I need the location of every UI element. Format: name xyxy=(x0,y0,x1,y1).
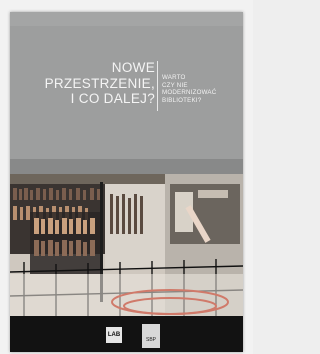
cover-footer: LAB SBP xyxy=(10,316,243,352)
library-photo-illustration xyxy=(10,174,243,316)
subtitle-line-3: MODERNIZOWAĆ xyxy=(162,89,217,97)
title-line-3: I CO DALEJ? xyxy=(70,91,155,106)
title-block: NOWE PRZESTRZENIE, I CO DALEJ? WARTO CZY… xyxy=(10,52,243,132)
subtitle-line-1: WARTO xyxy=(162,74,186,81)
book-cover[interactable]: NOWE PRZESTRZENIE, I CO DALEJ? WARTO CZY… xyxy=(10,12,243,352)
cover-main-title: NOWE PRZESTRZENIE, I CO DALEJ? xyxy=(10,60,155,107)
subtitle-line-4: BIBLIOTEKI? xyxy=(162,96,202,104)
library-photo xyxy=(10,174,243,316)
publisher-logo-left: LAB xyxy=(106,327,122,343)
cover-subtitle: WARTO CZY NIE MODERNIZOWAĆ BIBLIOTEKI? xyxy=(162,74,242,104)
cover-top-band xyxy=(10,12,243,26)
subtitle-line-2: CZY NIE xyxy=(162,81,188,89)
title-line-2: PRZESTRZENIE, xyxy=(44,75,155,91)
cover-gray-band xyxy=(10,159,243,174)
cover-card: NOWE PRZESTRZENIE, I CO DALEJ? WARTO CZY… xyxy=(0,0,253,354)
title-divider xyxy=(157,61,158,111)
title-line-1: NOWE xyxy=(111,60,155,75)
publisher-logo-right: SBP xyxy=(142,324,160,348)
